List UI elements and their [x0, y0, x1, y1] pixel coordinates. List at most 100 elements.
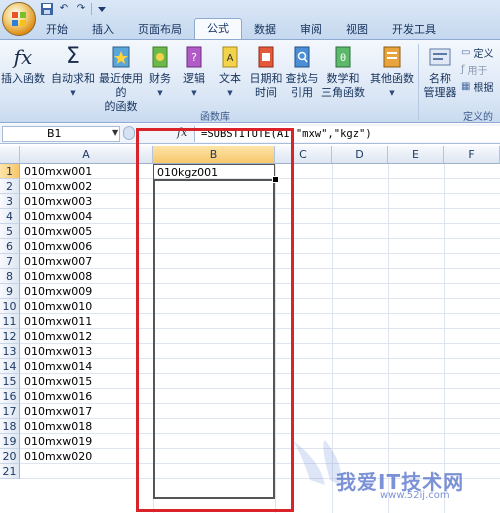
cell-a[interactable]: 010mxw007: [24, 254, 154, 269]
name-manager-label-1: 名称: [429, 72, 451, 85]
row-header[interactable]: 7: [0, 254, 20, 269]
text-book-icon: A: [216, 44, 244, 70]
redo-icon[interactable]: ↷: [74, 2, 88, 16]
expand-handle[interactable]: [123, 126, 135, 140]
datetime-label-2: 时间: [255, 86, 277, 99]
row-header[interactable]: 8: [0, 269, 20, 284]
row-header[interactable]: 4: [0, 209, 20, 224]
recent-label-1: 最近使用的: [99, 72, 143, 99]
undo-icon[interactable]: ↶: [57, 2, 71, 16]
cell-a[interactable]: 010mxw010: [24, 299, 154, 314]
tab-formulas[interactable]: 公式: [194, 18, 242, 39]
row-header[interactable]: 18: [0, 419, 20, 434]
row-header[interactable]: 13: [0, 344, 20, 359]
row-header[interactable]: 21: [0, 464, 20, 479]
cell-a[interactable]: 010mxw005: [24, 224, 154, 239]
tab-data[interactable]: 数据: [242, 20, 288, 39]
row-header[interactable]: 2: [0, 179, 20, 194]
row-header[interactable]: 6: [0, 239, 20, 254]
datetime-button[interactable]: 日期和 时间: [248, 44, 284, 100]
column-header-d[interactable]: D: [332, 146, 388, 164]
text-button[interactable]: A 文本 ▼: [216, 44, 244, 100]
row-header[interactable]: 12: [0, 329, 20, 344]
insert-function-button[interactable]: fx 插入函数: [0, 44, 46, 86]
sigma-icon: Σ: [66, 44, 80, 69]
cell-a[interactable]: 010mxw001: [24, 164, 154, 179]
row-header[interactable]: 3: [0, 194, 20, 209]
tab-view[interactable]: 视图: [334, 20, 380, 39]
office-logo-icon: [12, 12, 26, 26]
column-header-e[interactable]: E: [388, 146, 444, 164]
row-header[interactable]: 16: [0, 389, 20, 404]
chevron-down-icon[interactable]: ▼: [112, 128, 118, 137]
math-trig-button[interactable]: θ 数学和 三角函数: [318, 44, 368, 100]
lookup-button[interactable]: 查找与 引用: [284, 44, 320, 100]
math-label-2: 三角函数: [321, 86, 365, 99]
tab-review[interactable]: 审阅: [288, 20, 334, 39]
financial-book-icon: [146, 44, 174, 70]
tab-home[interactable]: 开始: [34, 20, 80, 39]
tab-page-layout[interactable]: 页面布局: [126, 20, 194, 39]
cell-a[interactable]: 010mxw017: [24, 404, 154, 419]
save-icon[interactable]: [40, 2, 54, 16]
create-from-selection-button[interactable]: ▦ 根据: [461, 79, 493, 94]
column-header-f[interactable]: F: [444, 146, 500, 164]
row-header[interactable]: 15: [0, 374, 20, 389]
cell-a[interactable]: 010mxw012: [24, 329, 154, 344]
name-box[interactable]: B1: [2, 126, 120, 142]
more-functions-label: 其他函数: [370, 72, 414, 85]
cell-a[interactable]: 010mxw003: [24, 194, 154, 209]
logical-label: 逻辑: [183, 72, 205, 85]
chevron-down-icon: ▼: [157, 89, 163, 97]
use-in-formula-button[interactable]: ƒ 用于: [461, 62, 488, 77]
autosum-button[interactable]: Σ 自动求和 ▼: [50, 44, 96, 100]
financial-label: 财务: [149, 72, 171, 85]
cell-a[interactable]: 010mxw020: [24, 449, 154, 464]
cell-a[interactable]: 010mxw002: [24, 179, 154, 194]
office-button[interactable]: [2, 2, 36, 36]
column-header-a[interactable]: A: [20, 146, 153, 164]
row-header[interactable]: 20: [0, 449, 20, 464]
tab-insert[interactable]: 插入: [80, 20, 126, 39]
recent-functions-button[interactable]: 最近使用的 的函数: [98, 44, 144, 114]
create-from-selection-label: 根据: [473, 83, 494, 94]
cell-a[interactable]: 010mxw011: [24, 314, 154, 329]
cell-a[interactable]: 010mxw019: [24, 434, 154, 449]
row-header[interactable]: 19: [0, 434, 20, 449]
logical-button[interactable]: ? 逻辑 ▼: [180, 44, 208, 100]
name-manager-button[interactable]: 名称 管理器: [422, 44, 458, 100]
text-label: 文本: [219, 72, 241, 85]
row-header[interactable]: 11: [0, 314, 20, 329]
define-name-button[interactable]: ▭ 定义: [461, 45, 493, 60]
row-header[interactable]: 1: [0, 164, 20, 179]
math-label-1: 数学和: [326, 72, 360, 85]
create-from-selection-icon: ▦: [461, 81, 471, 92]
cell-a[interactable]: 010mxw004: [24, 209, 154, 224]
cell-a[interactable]: 010mxw018: [24, 419, 154, 434]
customize-toolbar-icon[interactable]: [95, 2, 109, 16]
row-header[interactable]: 14: [0, 359, 20, 374]
tab-developer[interactable]: 开发工具: [380, 20, 448, 39]
name-manager-label-2: 管理器: [423, 86, 457, 99]
more-functions-button[interactable]: 其他函数 ▼: [368, 44, 416, 100]
chevron-down-icon: ▼: [191, 89, 197, 97]
lookup-book-icon: [288, 44, 316, 70]
row-header[interactable]: 9: [0, 284, 20, 299]
cell-a[interactable]: 010mxw015: [24, 374, 154, 389]
cell-a[interactable]: 010mxw013: [24, 344, 154, 359]
row-header[interactable]: 17: [0, 404, 20, 419]
svg-text:A: A: [227, 53, 234, 64]
cell-a[interactable]: 010mxw016: [24, 389, 154, 404]
cell-a[interactable]: 010mxw006: [24, 239, 154, 254]
toolbar-divider: [91, 3, 92, 15]
book-star-icon: [107, 44, 135, 70]
cell-a[interactable]: 010mxw009: [24, 284, 154, 299]
cell-a[interactable]: 010mxw014: [24, 359, 154, 374]
logical-book-icon: ?: [180, 44, 208, 70]
row-header[interactable]: 5: [0, 224, 20, 239]
row-header[interactable]: 10: [0, 299, 20, 314]
svg-text:?: ?: [191, 51, 197, 64]
financial-button[interactable]: 财务 ▼: [146, 44, 174, 100]
select-all-corner[interactable]: [0, 146, 20, 164]
cell-a[interactable]: 010mxw008: [24, 269, 154, 284]
